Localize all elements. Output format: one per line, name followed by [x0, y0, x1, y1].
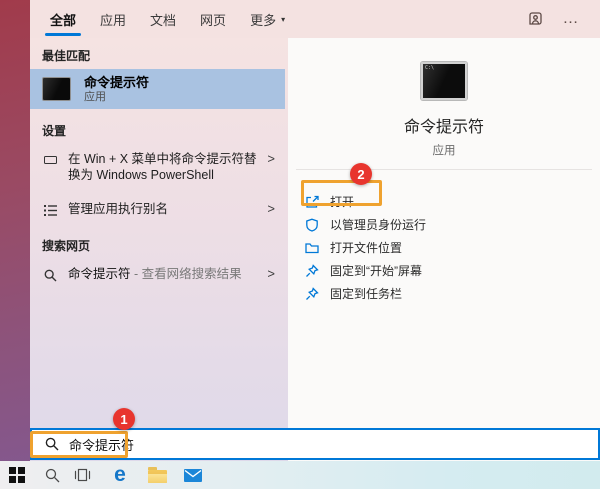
results-left-pane: 最佳匹配 命令提示符 应用 设置 在 Win + X 菜单中将命令提示符替换为 …: [30, 38, 285, 461]
action-label: 以管理员身份运行: [330, 218, 427, 232]
edge-browser-button[interactable]: e: [105, 461, 135, 489]
tab-web[interactable]: 网页: [200, 0, 226, 38]
web-search-suffix: - 查看网络搜索结果: [134, 267, 242, 281]
tab-all[interactable]: 全部: [44, 0, 82, 38]
highlight-rect-search: [30, 431, 128, 458]
start-button[interactable]: [2, 461, 32, 489]
action-pin-to-start[interactable]: 固定到“开始”屏幕: [304, 259, 600, 282]
chevron-right-icon: >: [267, 266, 275, 281]
action-label: 固定到“开始”屏幕: [330, 264, 422, 278]
settings-header: 设置: [42, 124, 67, 138]
monitor-icon: [42, 152, 58, 168]
setting-item-label: 在 Win + X 菜单中将命令提示符替换为 Windows PowerShel…: [68, 152, 257, 182]
rewards-icon[interactable]: [522, 6, 548, 32]
chevron-down-icon: ▾: [281, 14, 286, 24]
step-badge-2: 2: [350, 163, 372, 185]
list-icon: [42, 202, 58, 218]
shield-icon: [304, 217, 319, 232]
ellipsis-menu-icon[interactable]: …: [558, 6, 584, 32]
command-prompt-icon: [42, 77, 71, 101]
search-results-body: 最佳匹配 命令提示符 应用 设置 在 Win + X 菜单中将命令提示符替换为 …: [30, 38, 600, 461]
app-hero: C:\ 命令提示符 应用: [404, 38, 484, 158]
tab-documents-label: 文档: [150, 12, 177, 28]
ellipsis-glyph: …: [562, 10, 580, 27]
setting-item-app-aliases[interactable]: 管理应用执行别名 >: [30, 194, 285, 225]
best-match-subtitle: 应用: [84, 90, 106, 103]
preview-right-pane: C:\ 命令提示符 应用 打开 以管理员身份运行 打开文件位置 固定到“开始”屏…: [288, 38, 600, 461]
setting-item-label: 管理应用执行别名: [68, 202, 169, 216]
step-badge-1: 1: [113, 408, 135, 430]
app-title: 命令提示符: [403, 119, 484, 136]
pin-icon: [304, 263, 319, 278]
search-input[interactable]: [69, 436, 590, 452]
search-icon: [42, 267, 58, 283]
taskbar-search-button[interactable]: [37, 461, 67, 489]
setting-item-replace-powershell[interactable]: 在 Win + X 菜单中将命令提示符替换为 Windows PowerShel…: [30, 144, 285, 190]
folder-outline-icon: [304, 240, 319, 255]
mail-icon: [184, 468, 202, 482]
search-filter-bar: 全部 应用 文档 网页 更多 ▾ …: [30, 0, 600, 38]
action-pin-to-taskbar[interactable]: 固定到任务栏: [304, 282, 600, 305]
file-explorer-button[interactable]: [142, 461, 172, 489]
windows-logo-icon: [9, 467, 25, 483]
edge-icon: e: [114, 463, 126, 486]
best-match-header: 最佳匹配: [42, 49, 91, 63]
best-match-item[interactable]: 命令提示符 应用: [30, 69, 285, 109]
web-search-query: 命令提示符: [68, 267, 131, 281]
task-view-icon: [74, 468, 90, 482]
tab-apps-label: 应用: [100, 12, 127, 28]
highlight-rect-open: [301, 180, 382, 206]
search-flyout: 全部 应用 文档 网页 更多 ▾ … 最佳匹配 命令提示符 应用 设置 在 Wi…: [30, 0, 600, 461]
tab-more[interactable]: 更多 ▾: [250, 0, 285, 38]
taskbar: e: [0, 461, 600, 489]
web-search-label: 命令提示符 - 查看网络搜索结果: [68, 266, 260, 282]
tab-all-label: 全部: [50, 12, 77, 28]
tab-web-label: 网页: [200, 12, 227, 28]
web-search-item[interactable]: 命令提示符 - 查看网络搜索结果 >: [30, 259, 285, 290]
action-run-as-admin[interactable]: 以管理员身份运行: [304, 213, 600, 236]
search-web-header: 搜索网页: [42, 239, 91, 253]
windows-search-screen: 全部 应用 文档 网页 更多 ▾ … 最佳匹配 命令提示符 应用 设置 在 Wi…: [0, 0, 600, 489]
mail-button[interactable]: [178, 461, 208, 489]
best-match-title: 命令提示符: [84, 74, 150, 90]
search-icon: [45, 468, 59, 482]
best-match-text: 命令提示符 应用: [84, 75, 149, 104]
cmd-prompt-text: C:\: [424, 65, 435, 71]
action-label: 打开文件位置: [330, 241, 403, 255]
action-label: 固定到任务栏: [330, 287, 403, 301]
chevron-right-icon: >: [267, 151, 275, 166]
command-prompt-icon-large: C:\: [420, 62, 467, 100]
chevron-right-icon: >: [267, 201, 275, 216]
task-view-button[interactable]: [67, 461, 97, 489]
tab-documents[interactable]: 文档: [150, 0, 176, 38]
pin-icon: [304, 286, 319, 301]
tab-more-label: 更多: [250, 12, 277, 28]
action-open-file-location[interactable]: 打开文件位置: [304, 236, 600, 259]
app-subtitle: 应用: [432, 145, 456, 157]
file-explorer-icon: [147, 467, 167, 483]
tab-apps[interactable]: 应用: [100, 0, 126, 38]
